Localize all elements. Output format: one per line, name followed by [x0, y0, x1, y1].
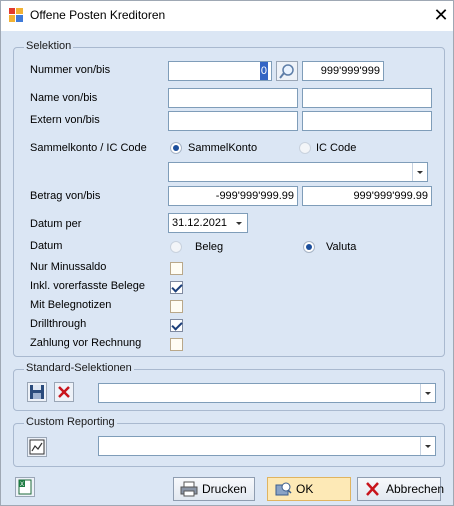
chevron-down-icon[interactable] — [420, 384, 435, 402]
beleg-radio[interactable] — [170, 241, 182, 253]
betrag-label: Betrag von/bis — [30, 190, 101, 202]
nur-minussaldo-checkbox[interactable] — [170, 262, 183, 275]
svg-text:X: X — [20, 482, 24, 488]
abbrechen-label: Abbrechen — [386, 482, 445, 496]
drillthrough-checkbox[interactable] — [170, 319, 183, 332]
sammelkonto-radio[interactable] — [170, 142, 182, 154]
inkl-vorerfasste-label: Inkl. vorerfasste Belege — [30, 280, 145, 292]
standard-selektionen-group: Standard-Selektionen — [13, 362, 445, 411]
abbrechen-button[interactable]: Abbrechen — [357, 477, 445, 501]
dialog-body: Selektion Nummer von/bis 0 999'999'999 N… — [1, 31, 453, 505]
nummer-von-input[interactable]: 0 — [168, 61, 272, 81]
ic-code-radio[interactable] — [299, 142, 311, 154]
chevron-down-icon[interactable] — [412, 163, 427, 181]
excel-icon: X — [18, 479, 32, 495]
custom-reporting-legend: Custom Reporting — [24, 416, 117, 428]
zahlung-vor-rechnung-label: Zahlung vor Rechnung — [30, 337, 142, 349]
report-icon — [29, 439, 45, 455]
zahlung-vor-rechnung-checkbox[interactable] — [170, 338, 183, 351]
name-bis-input[interactable] — [302, 88, 432, 108]
window-title: Offene Posten Kreditoren — [30, 8, 166, 22]
sammelkonto-label: Sammelkonto / IC Code — [30, 142, 147, 154]
datum-per-picker[interactable]: 31.12.2021 — [168, 213, 248, 233]
ic-code-radio-label: IC Code — [316, 142, 357, 154]
chevron-down-icon[interactable] — [232, 214, 247, 232]
ok-icon — [275, 482, 292, 496]
custom-reporting-group: Custom Reporting — [13, 416, 445, 467]
drucken-label: Drucken — [202, 482, 247, 496]
extern-label: Extern von/bis — [30, 114, 100, 126]
name-von-input[interactable] — [168, 88, 298, 108]
custom-report-button[interactable] — [27, 437, 47, 457]
inkl-vorerfasste-checkbox[interactable] — [170, 281, 183, 294]
nummer-label: Nummer von/bis — [30, 64, 111, 76]
valuta-radio-label: Valuta — [326, 241, 357, 253]
selektion-legend: Selektion — [24, 40, 74, 52]
printer-icon — [180, 481, 198, 497]
beleg-radio-label: Beleg — [195, 241, 224, 253]
custom-reporting-combo[interactable] — [98, 436, 436, 456]
extern-bis-input[interactable] — [302, 111, 432, 131]
mit-belegnotizen-label: Mit Belegnotizen — [30, 299, 112, 311]
betrag-von-value: -999'999'999.99 — [215, 190, 294, 202]
betrag-von-input[interactable]: -999'999'999.99 — [168, 186, 298, 206]
drucken-button[interactable]: Drucken — [173, 477, 255, 501]
valuta-radio[interactable] — [303, 241, 315, 253]
nummer-bis-input[interactable]: 999'999'999 — [302, 61, 384, 81]
ok-label: OK — [296, 482, 314, 496]
selektion-group: Selektion Nummer von/bis 0 999'999'999 N… — [13, 40, 445, 357]
chevron-down-icon[interactable] — [420, 437, 435, 455]
betrag-bis-value: 999'999'999.99 — [353, 190, 428, 202]
datum-label: Datum — [30, 240, 63, 252]
sammelkonto-radio-label: SammelKonto — [188, 142, 258, 154]
excel-export-button[interactable]: X — [15, 477, 35, 497]
datum-per-value: 31.12.2021 — [172, 217, 228, 229]
standard-selektionen-legend: Standard-Selektionen — [24, 362, 134, 374]
dialog-window: Offene Posten Kreditoren ✕ Selektion Num… — [0, 0, 454, 506]
delete-icon — [58, 386, 70, 398]
nummer-von-value: 0 — [259, 62, 268, 80]
nummer-bis-value: 999'999'999 — [320, 65, 380, 77]
nur-minussaldo-label: Nur Minussaldo — [30, 261, 107, 273]
betrag-bis-input[interactable]: 999'999'999.99 — [302, 186, 432, 206]
save-selection-button[interactable] — [27, 382, 47, 402]
datum-per-label: Datum per — [30, 218, 82, 230]
name-label: Name von/bis — [30, 92, 98, 104]
mit-belegnotizen-checkbox[interactable] — [170, 300, 183, 313]
extern-von-input[interactable] — [168, 111, 298, 131]
app-icon — [9, 8, 23, 22]
title-bar: Offene Posten Kreditoren ✕ — [1, 1, 453, 31]
search-icon — [279, 64, 294, 79]
save-icon — [30, 385, 44, 399]
sammelkonto-combo[interactable] — [168, 162, 428, 182]
standard-selektionen-combo[interactable] — [98, 383, 436, 403]
drillthrough-label: Drillthrough — [30, 318, 87, 330]
nummer-search-button[interactable] — [276, 61, 298, 81]
ok-button[interactable]: OK — [267, 477, 351, 501]
delete-selection-button[interactable] — [54, 382, 74, 402]
cancel-icon — [366, 482, 379, 496]
close-icon[interactable]: ✕ — [429, 4, 453, 26]
